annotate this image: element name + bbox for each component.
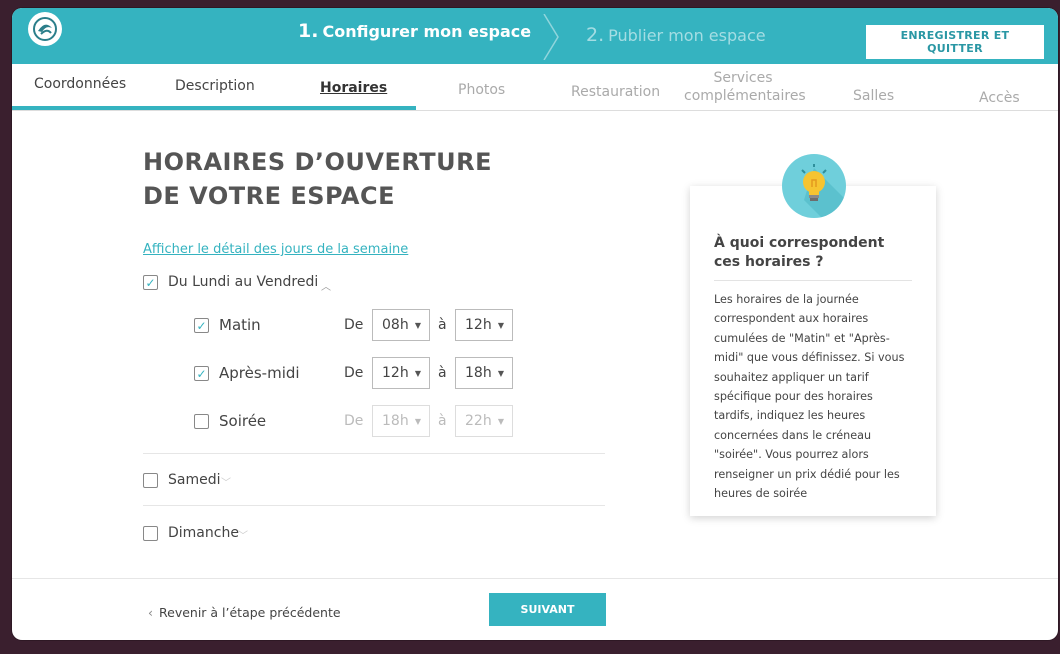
weekdays-checkbox[interactable]: ✓ xyxy=(143,275,158,290)
evening-from-select[interactable]: 18h ▼ xyxy=(372,405,430,437)
info-card: À quoi correspondent ces horaires ? Les … xyxy=(690,186,936,516)
caret-down-icon: ▼ xyxy=(414,417,421,426)
morning-checkbox[interactable]: ✓ xyxy=(194,318,209,333)
chevron-left-icon: ‹ xyxy=(148,605,153,620)
sunday-label: Dimanche xyxy=(168,525,239,541)
logo-icon[interactable] xyxy=(28,12,62,46)
afternoon-from-select[interactable]: 12h ▼ xyxy=(372,357,430,389)
tab-photos[interactable]: Photos xyxy=(458,82,505,98)
morning-to-label: à xyxy=(438,317,447,333)
tab-services-complementaires[interactable]: Services complémentaires xyxy=(684,69,806,105)
morning-label: Matin xyxy=(219,316,261,334)
caret-down-icon: ▼ xyxy=(497,417,504,426)
saturday-checkbox[interactable] xyxy=(143,473,158,488)
divider xyxy=(714,280,912,281)
info-card-title: À quoi correspondent ces horaires ? xyxy=(714,235,885,270)
section-tabs: Coordonnées Description Horaires Photos … xyxy=(12,64,1058,111)
afternoon-to-label: à xyxy=(438,365,447,381)
save-and-quit-button[interactable]: ENREGISTRER ET QUITTER xyxy=(866,25,1044,59)
top-bar: 1. Configurer mon espace 2. Publier mon es… xyxy=(12,8,1058,64)
chevron-up-icon[interactable]: ︿ xyxy=(321,278,331,293)
divider xyxy=(143,453,605,454)
check-icon: ✓ xyxy=(196,366,207,381)
divider xyxy=(143,505,605,506)
tab-acces[interactable]: Accès xyxy=(979,90,1020,106)
afternoon-label: Après-midi xyxy=(219,364,300,382)
tab-salles[interactable]: Salles xyxy=(853,88,894,104)
saturday-label: Samedi xyxy=(168,472,221,488)
app-window: 1. Configurer mon espace 2. Publier mon es… xyxy=(12,8,1058,640)
sunday-checkbox[interactable] xyxy=(143,526,158,541)
caret-down-icon: ▼ xyxy=(497,369,504,378)
info-card-body: Les horaires de la journée correspondent… xyxy=(714,293,905,501)
active-tab-indicator xyxy=(12,106,416,110)
check-icon: ✓ xyxy=(145,275,156,290)
afternoon-from-label: De xyxy=(344,365,364,381)
chevron-down-icon[interactable]: ﹀ xyxy=(221,474,231,489)
morning-from-select[interactable]: 08h ▼ xyxy=(372,309,430,341)
caret-down-icon: ▼ xyxy=(414,321,421,330)
evening-from-label: De xyxy=(344,413,364,429)
morning-to-select[interactable]: 12h ▼ xyxy=(455,309,513,341)
step-separator-icon xyxy=(543,14,559,60)
evening-to-label: à xyxy=(438,413,447,429)
footer-divider xyxy=(12,578,1058,579)
page-title: HORAIRES D’OUVERTURE DE VOTRE ESPACE xyxy=(143,148,493,210)
previous-step-link[interactable]: ‹ Revenir à l’étape précédente xyxy=(148,605,341,620)
afternoon-checkbox[interactable]: ✓ xyxy=(194,366,209,381)
evening-checkbox[interactable] xyxy=(194,414,209,429)
chevron-down-icon[interactable]: ﹀ xyxy=(238,527,248,542)
next-button[interactable]: SUIVANT xyxy=(489,593,606,626)
weekdays-label: Du Lundi au Vendredi xyxy=(168,274,319,290)
show-day-details-link[interactable]: Afficher le détail des jours de la semai… xyxy=(143,242,408,257)
morning-from-label: De xyxy=(344,317,364,333)
check-icon: ✓ xyxy=(196,318,207,333)
afternoon-to-select[interactable]: 18h ▼ xyxy=(455,357,513,389)
tab-restauration[interactable]: Restauration xyxy=(571,84,660,100)
evening-to-select[interactable]: 22h ▼ xyxy=(455,405,513,437)
step-configure[interactable]: 1. Configurer mon espace xyxy=(298,20,538,42)
tab-coordonnees[interactable]: Coordonnées xyxy=(34,76,126,92)
tab-description[interactable]: Description xyxy=(175,78,255,94)
evening-label: Soirée xyxy=(219,412,267,430)
caret-down-icon: ▼ xyxy=(497,321,504,330)
caret-down-icon: ▼ xyxy=(414,369,421,378)
step-publish[interactable]: 2. Publier mon espace xyxy=(586,24,806,46)
lightbulb-icon xyxy=(782,154,846,218)
tab-horaires[interactable]: Horaires xyxy=(320,80,387,96)
